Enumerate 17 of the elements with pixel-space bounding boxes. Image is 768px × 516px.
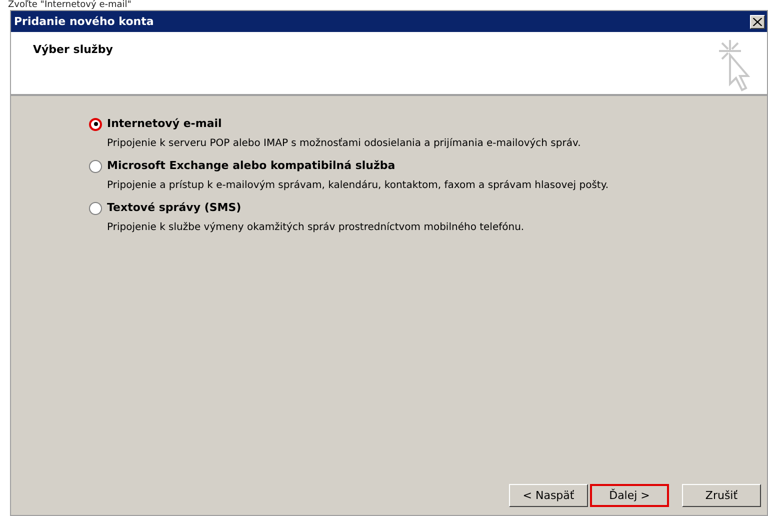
wizard-button[interactable]: Ďalej > (590, 484, 669, 507)
close-icon (753, 18, 762, 26)
option-label[interactable]: Internetový e-mail (107, 116, 222, 132)
close-button[interactable] (750, 14, 765, 28)
radio-button[interactable] (89, 118, 102, 130)
radio-button[interactable] (89, 160, 102, 172)
radio-button[interactable] (89, 202, 102, 214)
wizard-button[interactable]: Zrušiť (682, 484, 761, 507)
option-description: Pripojenie a prístup k e-mailovým správam, kalendáru, kontaktom, faxom a správam hlasovej pošty. (106, 179, 610, 193)
caption-text: Zvoľte "Internetový e-mail" (7, 0, 132, 10)
window-title: Pridanie nového konta (14, 15, 154, 28)
option-label[interactable]: Textové správy (SMS) (107, 200, 242, 216)
option-description: Pripojenie k serveru POP alebo IMAP s možnosťami odosielania a prijímania e-mailových správ. (106, 137, 582, 151)
page-heading: Výber služby (33, 43, 113, 58)
wizard-button[interactable]: < Naspäť (509, 484, 588, 507)
option-description: Pripojenie k službe výmeny okamžitých správ prostredníctvom mobilného telefónu. (106, 221, 526, 235)
option-label[interactable]: Microsoft Exchange alebo kompatibilná služba (107, 158, 396, 174)
